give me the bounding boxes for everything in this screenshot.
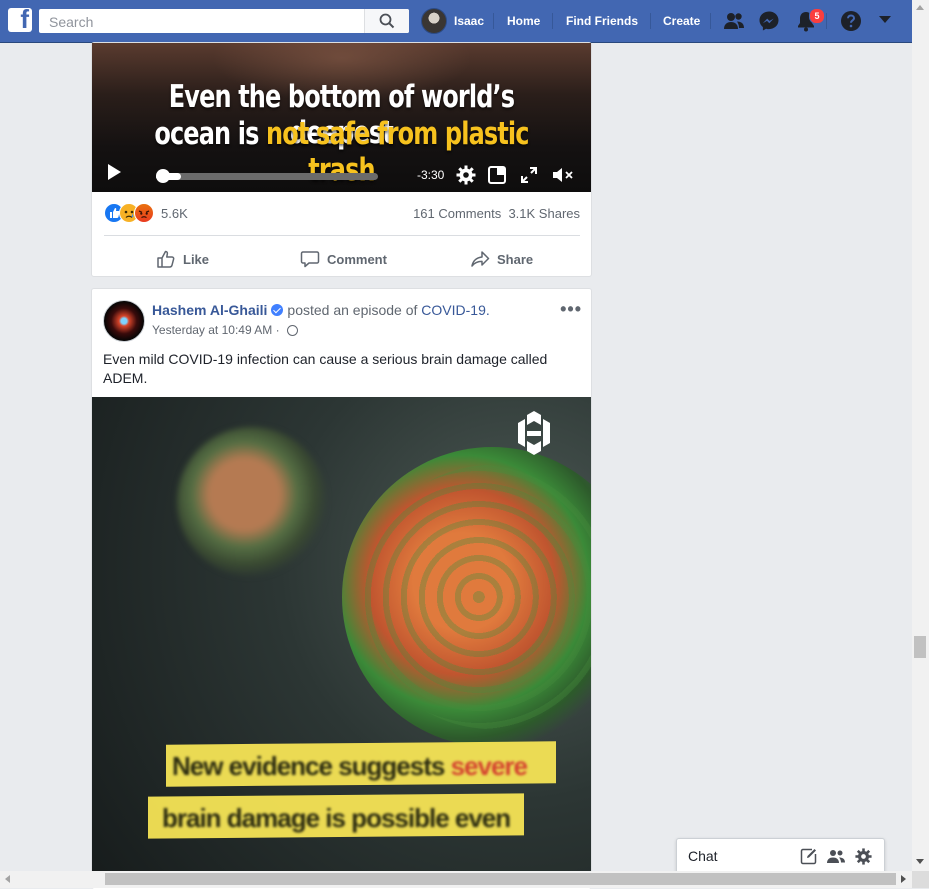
search-box	[39, 9, 409, 33]
scroll-down-arrow-icon[interactable]	[916, 859, 924, 864]
picture-in-picture-icon[interactable]	[488, 166, 506, 184]
chat-label: Chat	[688, 848, 718, 864]
chat-settings-gear-icon[interactable]	[855, 848, 872, 865]
post-verb: posted an episode of	[287, 302, 418, 318]
channel-logo-icon	[518, 411, 550, 455]
nav-divider	[552, 13, 553, 29]
video-controls: -3:30	[92, 155, 591, 185]
subtitle-line-2: brain damage is possible even	[162, 803, 511, 833]
series-link[interactable]: COVID-19.	[421, 302, 489, 318]
scroll-up-arrow-icon[interactable]	[916, 5, 924, 10]
chat-bar[interactable]: Chat	[676, 838, 885, 873]
horizontal-scrollbar[interactable]	[0, 871, 912, 888]
post-options-button[interactable]: •••	[560, 299, 582, 320]
comment-count-link[interactable]: 161 Comments	[413, 206, 501, 221]
nav-home-link[interactable]: Home	[507, 14, 540, 28]
share-button-label: Share	[497, 251, 534, 267]
horizontal-scroll-thumb[interactable]	[105, 873, 896, 885]
post-text: Even mild COVID-19 infection can cause a…	[103, 351, 548, 386]
profile-name: Isaac	[454, 14, 485, 28]
friend-requests-icon[interactable]	[723, 10, 745, 32]
comment-button[interactable]: Comment	[300, 249, 387, 269]
comments-shares-summary: 161 Comments 3.1K Shares	[413, 206, 580, 221]
nav-divider	[493, 13, 494, 29]
vertical-scrollbar[interactable]	[912, 0, 929, 871]
muted-volume-icon[interactable]	[552, 166, 574, 184]
verified-badge-icon	[271, 304, 284, 316]
post-divider	[104, 235, 580, 236]
fullscreen-icon[interactable]	[521, 167, 537, 183]
search-icon	[379, 13, 395, 29]
nav-create-link[interactable]: Create	[663, 14, 700, 28]
episode-video-player[interactable]: New evidence suggests severe brain damag…	[92, 397, 591, 877]
video-player[interactable]: Even the bottom of world’s deepest ocean…	[92, 43, 591, 192]
scrollbar-corner	[912, 871, 929, 888]
top-navigation-bar: f Isaac Home Find Friends Create 5	[0, 0, 912, 43]
like-button[interactable]: Like	[156, 249, 209, 269]
settings-gear-icon[interactable]	[456, 165, 476, 185]
reaction-count: 5.6K	[161, 206, 188, 221]
timestamp-link[interactable]: Yesterday at 10:49 AM	[152, 323, 272, 337]
video-post-card: Even the bottom of world’s deepest ocean…	[91, 42, 592, 277]
scroll-left-arrow-icon[interactable]	[5, 875, 10, 883]
like-button-label: Like	[183, 251, 210, 267]
facebook-logo[interactable]: f	[8, 4, 32, 34]
like-thumb-icon	[157, 250, 175, 268]
nav-profile-link[interactable]: Isaac	[421, 8, 485, 34]
help-icon[interactable]	[840, 10, 862, 32]
video-progress-bar[interactable]	[156, 173, 378, 180]
virus-particle-foreground	[342, 447, 591, 747]
video-scrub-handle[interactable]	[156, 169, 171, 183]
share-button[interactable]: Share	[470, 249, 533, 269]
vertical-scroll-thumb[interactable]	[914, 636, 926, 658]
subtitle-line-1: New evidence suggests severe	[172, 751, 528, 781]
virus-particle-background	[177, 427, 327, 577]
post-timestamp: Yesterday at 10:49 AM ·	[152, 323, 298, 337]
search-button[interactable]	[364, 9, 409, 33]
poster-avatar[interactable]	[103, 300, 145, 342]
play-icon[interactable]	[108, 164, 121, 180]
create-group-icon[interactable]	[827, 848, 845, 865]
messenger-icon[interactable]	[758, 10, 780, 32]
notification-badge: 5	[809, 8, 825, 24]
scroll-right-arrow-icon[interactable]	[901, 875, 906, 883]
reactions-summary[interactable]: 5.6K 161 Comments 3.1K Shares	[104, 203, 580, 225]
share-arrow-icon	[471, 251, 490, 267]
comment-button-label: Comment	[327, 251, 387, 267]
nav-divider	[826, 13, 827, 29]
account-menu-caret-icon[interactable]	[879, 15, 891, 25]
angry-reaction-icon	[134, 203, 154, 223]
timestamp-separator: ·	[275, 323, 280, 337]
public-globe-icon	[287, 325, 298, 336]
poster-name-link[interactable]: Hashem Al-Ghaili	[152, 302, 267, 318]
nav-divider	[650, 13, 651, 29]
new-message-icon[interactable]	[800, 848, 817, 865]
video-time-remaining: -3:30	[417, 168, 445, 182]
comment-bubble-icon	[300, 251, 320, 268]
nav-find-friends-link[interactable]: Find Friends	[566, 14, 638, 28]
search-input[interactable]	[47, 12, 371, 32]
post-header: Hashem Al-Ghaili posted an episode of COV…	[152, 302, 490, 318]
avatar	[421, 8, 447, 34]
nav-divider	[710, 13, 711, 29]
episode-post-card: Hashem Al-Ghaili posted an episode of COV…	[91, 288, 592, 889]
share-count-link[interactable]: 3.1K Shares	[508, 206, 580, 221]
